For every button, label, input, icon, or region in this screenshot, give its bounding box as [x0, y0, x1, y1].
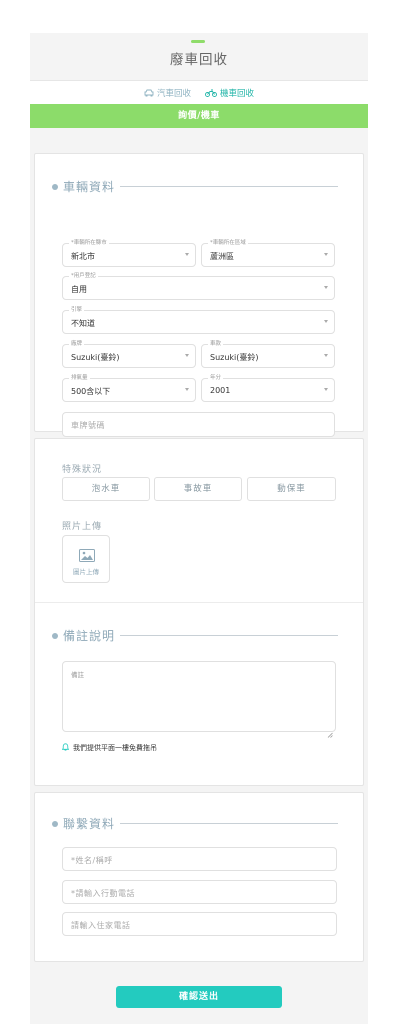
heading-divider — [120, 635, 339, 636]
car-icon — [144, 89, 154, 97]
towing-note-text: 我們提供平面一樓免費拖吊 — [73, 744, 157, 752]
city-select[interactable]: *車輛所在縣市 新北市 — [62, 239, 196, 267]
chevron-down-icon — [324, 354, 328, 357]
displacement-value: 500含以下 — [71, 387, 111, 396]
remarks-heading-label: 備註說明 — [63, 629, 116, 643]
plate-number-placeholder: 車牌號碼 — [71, 421, 105, 430]
heading-divider — [120, 186, 339, 187]
user-type-select[interactable]: *用戶登記 自用 — [62, 272, 335, 300]
engine-value: 不知道 — [71, 319, 95, 328]
remarks-placeholder: 備註 — [71, 671, 84, 679]
displacement-select[interactable]: 排氣量 500含以下 — [62, 374, 196, 402]
image-icon — [79, 547, 95, 566]
vehicle-section-heading: 車輛資料 — [52, 178, 339, 195]
option-accident[interactable]: 事故車 — [154, 477, 242, 501]
user-type-label: *用戶登記 — [69, 272, 98, 280]
contact-section-heading: 聯繫資料 — [52, 815, 339, 832]
district-value: 蘆洲區 — [210, 252, 234, 261]
page-container: 廢車回收 汽車回收 機車回收 詢價/機車 車輛資料 *車輛所在縣市 新北市 *車… — [30, 33, 368, 1024]
header: 廢車回收 — [30, 33, 368, 80]
heading-dot-icon — [52, 183, 58, 190]
vehicle-heading-label: 車輛資料 — [63, 180, 116, 194]
photo-upload-button[interactable]: 圖片上傳 — [62, 535, 110, 583]
inquiry-banner: 詢價/機車 — [30, 104, 368, 128]
chevron-down-icon — [185, 354, 189, 357]
engine-select[interactable]: 引擎 不知道 — [62, 306, 335, 334]
city-label: *車輛所在縣市 — [69, 239, 109, 247]
photo-upload-label: 圖片上傳 — [73, 568, 99, 576]
model-select[interactable]: 車款 Suzuki(臺鈴) — [201, 340, 335, 368]
district-label: *車輛所在區域 — [208, 239, 248, 247]
year-value: 2001 — [210, 386, 231, 395]
chevron-down-icon — [324, 253, 328, 256]
engine-label: 引擎 — [69, 306, 85, 314]
displacement-label: 排氣量 — [69, 374, 90, 382]
mobile-phone-placeholder: *請輸入行動電話 — [71, 889, 135, 898]
chevron-down-icon — [324, 320, 328, 323]
tab-car-label: 汽車回收 — [156, 88, 191, 99]
city-value: 新北市 — [71, 252, 95, 261]
special-options: 泡水車 事故車 動保車 — [62, 477, 336, 501]
district-select[interactable]: *車輛所在區域 蘆洲區 — [201, 239, 335, 267]
tab-car[interactable]: 汽車回收 — [144, 87, 191, 99]
option-flooded[interactable]: 泡水車 — [62, 477, 150, 501]
contact-heading-label: 聯繫資料 — [63, 817, 116, 831]
name-input[interactable]: *姓名/稱呼 — [62, 847, 337, 871]
heading-dot-icon — [52, 632, 58, 639]
special-remarks-card: 特殊狀況 泡水車 事故車 動保車 照片上傳 圖片上傳 備註說明 備註 我們提供平… — [34, 438, 364, 786]
model-value: Suzuki(臺鈴) — [210, 353, 259, 362]
submit-button[interactable]: 確認送出 — [116, 986, 282, 1008]
heading-divider — [120, 823, 339, 824]
chevron-down-icon — [185, 388, 189, 391]
user-type-value: 自用 — [71, 285, 87, 294]
tab-motorcycle-label: 機車回收 — [220, 88, 255, 99]
page-title: 廢車回收 — [170, 52, 228, 68]
resize-handle-icon[interactable] — [327, 723, 333, 738]
special-heading: 特殊狀況 — [62, 465, 103, 475]
header-accent — [191, 40, 205, 43]
heading-dot-icon — [52, 820, 58, 827]
motorcycle-icon — [205, 89, 217, 97]
mobile-phone-input[interactable]: *請輸入行動電話 — [62, 880, 337, 904]
year-select[interactable]: 年分 2001 — [201, 374, 335, 402]
chevron-down-icon — [185, 253, 189, 256]
name-placeholder: *姓名/稱呼 — [71, 856, 113, 865]
bell-icon — [61, 743, 70, 753]
photo-heading: 照片上傳 — [62, 522, 103, 532]
brand-select[interactable]: 廠牌 Suzuki(臺鈴) — [62, 340, 196, 368]
brand-value: Suzuki(臺鈴) — [71, 353, 120, 362]
year-label: 年分 — [208, 374, 224, 382]
vehicle-type-tabs: 汽車回收 機車回收 — [30, 80, 368, 104]
plate-number-input[interactable]: 車牌號碼 — [62, 412, 335, 437]
option-lien[interactable]: 動保車 — [247, 477, 336, 501]
card-divider — [35, 602, 363, 603]
home-phone-input[interactable]: 請輸入住家電話 — [62, 912, 337, 936]
chevron-down-icon — [324, 286, 328, 289]
remarks-textarea[interactable]: 備註 — [62, 661, 336, 738]
towing-note: 我們提供平面一樓免費拖吊 — [61, 743, 157, 753]
contact-card: 聯繫資料 *姓名/稱呼 *請輸入行動電話 請輸入住家電話 — [34, 792, 364, 962]
remarks-section-heading: 備註說明 — [52, 627, 339, 644]
tab-motorcycle[interactable]: 機車回收 — [205, 87, 254, 99]
brand-label: 廠牌 — [69, 340, 85, 348]
chevron-down-icon — [324, 388, 328, 391]
model-label: 車款 — [208, 340, 224, 348]
vehicle-info-card: 車輛資料 *車輛所在縣市 新北市 *車輛所在區域 蘆洲區 *用戶登記 自用 引擎… — [34, 153, 364, 437]
home-phone-placeholder: 請輸入住家電話 — [71, 921, 131, 930]
